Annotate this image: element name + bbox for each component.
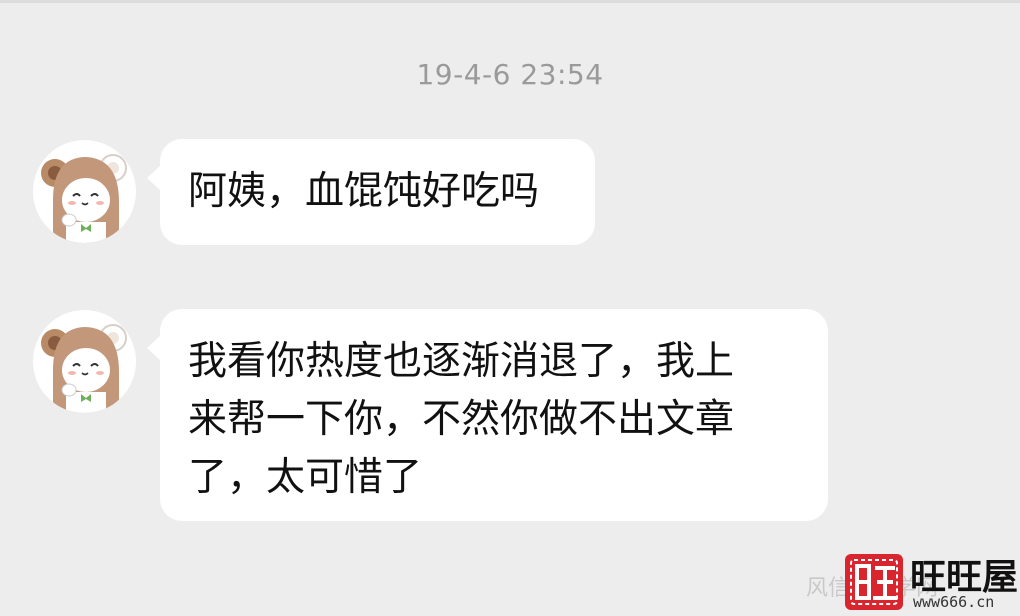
bear-costume-avatar-icon[interactable] [33, 140, 136, 243]
bear-costume-avatar-icon[interactable] [33, 310, 136, 413]
message-bubble[interactable]: 阿姨，血馄饨好吃吗 [147, 139, 595, 245]
message-text-line: 来帮一下你，不然你做不出文章 [188, 397, 735, 442]
watermark-logo-icon [843, 552, 905, 612]
message-text-line: 了，太可惜了 [188, 455, 423, 500]
message-timestamp: 19-4-6 23:54 [416, 58, 604, 91]
top-divider [0, 0, 1020, 3]
message-bubble[interactable]: 我看你热度也逐渐消退了，我上 来帮一下你，不然你做不出文章 了，太可惜了 [147, 309, 828, 521]
watermark-url: www666.cn [913, 593, 995, 611]
message-text-line: 我看你热度也逐渐消退了，我上 [188, 339, 735, 384]
message-text: 阿姨，血馄饨好吃吗 [188, 169, 540, 214]
